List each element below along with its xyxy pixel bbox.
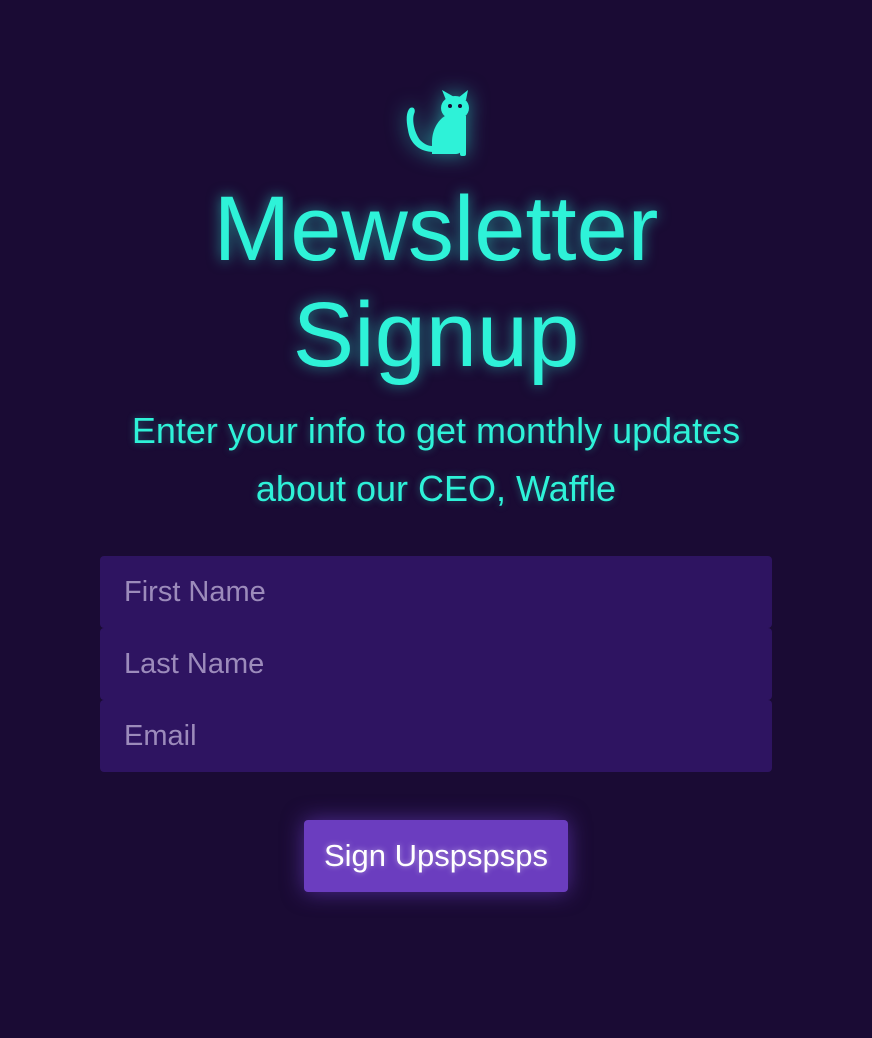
email-input[interactable]	[100, 700, 772, 772]
signup-form	[100, 556, 772, 772]
page-title: Mewsletter Signup	[213, 178, 659, 386]
page-subtitle: Enter your info to get monthly updates a…	[131, 410, 741, 509]
signup-page: Mewsletter Signup Enter your info to get…	[0, 0, 872, 1038]
sign-up-button[interactable]: Sign Upspspsps	[304, 820, 568, 892]
cat-icon	[406, 90, 469, 156]
first-name-input[interactable]	[100, 556, 772, 628]
last-name-input[interactable]	[100, 628, 772, 700]
